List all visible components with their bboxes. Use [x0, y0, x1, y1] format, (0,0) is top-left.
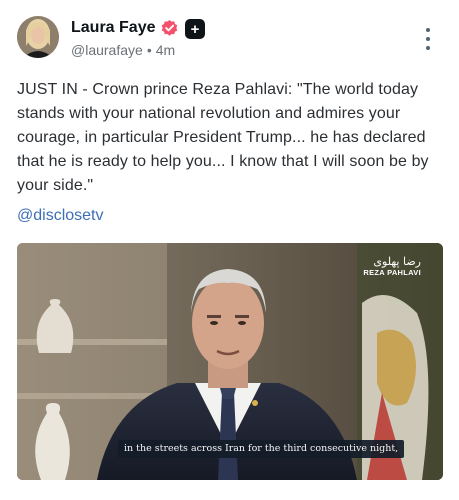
more-dot	[426, 28, 430, 32]
video-caption: in the streets across Iran for the third…	[118, 440, 405, 458]
plus-badge-icon: +	[185, 19, 205, 39]
author-avatar[interactable]	[17, 16, 59, 58]
channel-logo: رضا پهلوی REZA PAHLAVI	[363, 255, 421, 278]
channel-name: REZA PAHLAVI	[363, 268, 421, 277]
meta-separator: •	[146, 42, 152, 58]
more-dot	[426, 37, 430, 41]
post-card: Laura Faye + @laurafaye • 4m JUST IN - Cro…	[0, 0, 459, 500]
post-video[interactable]: رضا پهلوی REZA PAHLAVI in the streets ac…	[17, 243, 443, 480]
post-mention-link[interactable]: @disclosetv	[17, 206, 104, 226]
author-meta: @laurafaye • 4m	[71, 41, 175, 59]
avatar-image	[17, 16, 59, 58]
author-name[interactable]: Laura Faye	[71, 18, 155, 38]
channel-script-name: رضا پهلوی	[373, 255, 421, 268]
post-text: JUST IN - Crown prince Reza Pahlavi: "Th…	[17, 81, 429, 194]
more-dot	[426, 46, 430, 50]
post-time[interactable]: 4m	[156, 42, 175, 58]
verified-check-icon	[161, 19, 178, 36]
author-handle[interactable]: @laurafaye	[71, 42, 143, 58]
more-vertical-icon[interactable]	[421, 28, 435, 50]
